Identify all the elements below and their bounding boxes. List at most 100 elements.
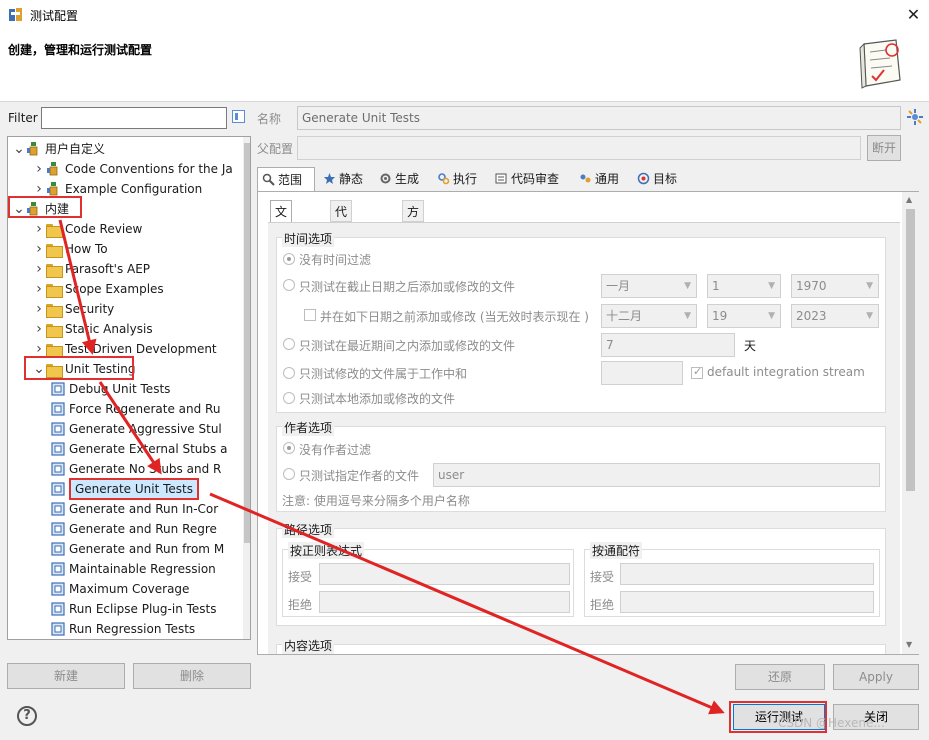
chevron-right-icon[interactable]: › <box>32 259 46 279</box>
break-button[interactable]: 断开 <box>867 135 901 161</box>
day-select-1[interactable]: 1 ▼ <box>707 274 781 298</box>
tab-scope[interactable]: 范围 <box>257 167 315 192</box>
tree-item[interactable]: › Example Configuration <box>32 179 202 199</box>
tree-item[interactable]: › Test Driven Development <box>32 339 217 359</box>
tree-item[interactable]: Generate and Run from M <box>50 539 224 559</box>
tree-item-label: Unit Testing <box>65 362 136 376</box>
tree-item[interactable]: ⌄ 用户自定义 <box>12 139 105 159</box>
no-time-filter-label: 没有时间过滤 <box>299 253 372 267</box>
chevron-right-icon[interactable]: › <box>32 239 46 259</box>
delete-button[interactable]: 删除 <box>133 663 251 689</box>
configuration-tree[interactable]: ⌄ 用户自定义 › Code Conventions for the Ja › Examp… <box>7 136 251 640</box>
chevron-down-icon: ▼ <box>768 311 775 321</box>
specified-author-radio[interactable] <box>283 468 295 480</box>
days-unit-label: 天 <box>744 339 757 353</box>
integration-stream-checkbox[interactable] <box>691 365 703 379</box>
chevron-right-icon[interactable]: › <box>32 319 46 339</box>
chevron-right-icon[interactable]: › <box>32 219 46 239</box>
regex-accept-input[interactable] <box>319 563 570 585</box>
month-select-2[interactable]: 十二月 ▼ <box>601 304 697 328</box>
after-date-radio[interactable] <box>283 279 295 291</box>
workspace-radio[interactable] <box>283 367 295 379</box>
help-icon[interactable]: ? <box>17 706 37 726</box>
folder-open-icon <box>46 364 63 378</box>
apply-button[interactable]: Apply <box>833 664 919 690</box>
panel-scrollbar[interactable]: ▲ ▼ <box>902 192 919 654</box>
scroll-up-icon[interactable]: ▲ <box>906 195 912 204</box>
tree-item[interactable]: Force Regenerate and Ru <box>50 399 220 419</box>
tree-item[interactable]: Generate No Stubs and R <box>50 459 221 479</box>
tab-static[interactable]: 静态 <box>319 167 371 191</box>
tree-item[interactable]: › Code Conventions for the Ja <box>32 159 233 179</box>
tree-item[interactable]: › Security <box>32 299 114 319</box>
author-note: 注意: 使用逗号来分隔多个用户名称 <box>282 494 470 508</box>
scroll-down-icon[interactable]: ▼ <box>906 640 912 649</box>
chevron-right-icon[interactable]: › <box>32 279 46 299</box>
tree-item[interactable]: Debug Unit Tests <box>50 379 170 399</box>
subtab-method-filter[interactable]: 方法过滤 <box>402 200 425 285</box>
collapse-all-icon[interactable] <box>232 110 245 123</box>
chevron-down-icon[interactable]: ⌄ <box>12 139 26 159</box>
day-select-2[interactable]: 19 ▼ <box>707 304 781 328</box>
tree-item[interactable]: ⌄ Unit Testing <box>32 359 135 379</box>
app-icon <box>9 8 22 21</box>
tree-item[interactable]: Generate Aggressive Stul <box>50 419 222 439</box>
tree-item[interactable]: Generate External Stubs a <box>50 439 227 459</box>
workspace-input[interactable] <box>601 361 683 385</box>
recent-period-radio[interactable] <box>283 338 295 350</box>
tab-generate[interactable]: 生成 <box>375 167 429 191</box>
year-select-2[interactable]: 2023 ▼ <box>791 304 879 328</box>
chevron-down-icon: ▼ <box>768 281 775 291</box>
parent-config-field[interactable] <box>297 136 861 160</box>
tab-execute[interactable]: 执行 <box>433 167 487 191</box>
year-select-1[interactable]: 1970 ▼ <box>791 274 879 298</box>
tree-item[interactable]: › Parasoft's AEP <box>32 259 150 279</box>
wildcard-accept-input[interactable] <box>620 563 874 585</box>
revert-button[interactable]: 还原 <box>735 664 825 690</box>
run-config-icon[interactable] <box>906 108 924 126</box>
author-input[interactable]: user <box>433 463 880 487</box>
tree-item[interactable]: Generate Unit Tests <box>50 478 199 500</box>
chevron-right-icon[interactable]: › <box>32 179 46 199</box>
subtab-line-filter[interactable]: 代码行过滤 <box>330 200 353 307</box>
tree-item[interactable]: Run Regression Tests <box>50 619 195 639</box>
tree-item[interactable]: › Static Analysis <box>32 319 153 339</box>
wildcard-reject-input[interactable] <box>620 591 874 613</box>
chevron-right-icon[interactable]: › <box>32 339 46 359</box>
chevron-right-icon[interactable]: › <box>32 299 46 319</box>
month-select-1[interactable]: 一月 ▼ <box>601 274 697 298</box>
no-author-filter-radio[interactable] <box>283 442 295 454</box>
tree-item[interactable]: › Scope Examples <box>32 279 164 299</box>
subtab-file-filter[interactable]: 文件过滤 <box>270 200 293 285</box>
days-input[interactable]: 7 <box>601 333 735 357</box>
chevron-down-icon[interactable]: ⌄ <box>32 359 46 379</box>
tree-item[interactable]: Maximum Coverage <box>50 579 189 599</box>
tree-item[interactable]: Generate and Run In-Cor <box>50 499 218 519</box>
close-window-button[interactable]: ✕ <box>898 0 929 30</box>
regex-reject-input[interactable] <box>319 591 570 613</box>
filter-input[interactable] <box>41 107 227 129</box>
tree-item-label: Generate External Stubs a <box>69 442 228 456</box>
chevron-down-icon[interactable]: ⌄ <box>12 199 26 219</box>
tree-item[interactable]: ⌄ 内建 <box>12 199 69 219</box>
tab-code-review[interactable]: 代码审查 <box>491 167 569 191</box>
tree-item[interactable]: › How To <box>32 239 108 259</box>
tree-item[interactable]: Generate and Run Regre <box>50 519 217 539</box>
tree-item[interactable]: Maintainable Regression <box>50 559 216 579</box>
before-date-checkbox[interactable] <box>304 309 316 321</box>
panel-scrollbar-thumb[interactable] <box>906 209 915 491</box>
name-field[interactable]: Generate Unit Tests <box>297 106 901 130</box>
tree-item-label: Debug Unit Tests <box>69 382 171 396</box>
no-time-filter-radio[interactable] <box>283 253 295 265</box>
chevron-right-icon[interactable]: › <box>32 159 46 179</box>
tab-target[interactable]: 目标 <box>633 167 687 191</box>
tab-common[interactable]: 通用 <box>575 167 629 191</box>
local-files-radio[interactable] <box>283 392 295 404</box>
watermark: CSDN @Hexene... <box>778 716 885 730</box>
tree-item[interactable]: Run Eclipse Plug-in Tests <box>50 599 217 619</box>
tree-scrollbar[interactable] <box>243 137 250 639</box>
tree-item[interactable]: › Code Review <box>32 219 142 239</box>
tree-scrollbar-thumb[interactable] <box>244 143 250 543</box>
name-label: 名称 <box>257 112 282 126</box>
new-button[interactable]: 新建 <box>7 663 125 689</box>
